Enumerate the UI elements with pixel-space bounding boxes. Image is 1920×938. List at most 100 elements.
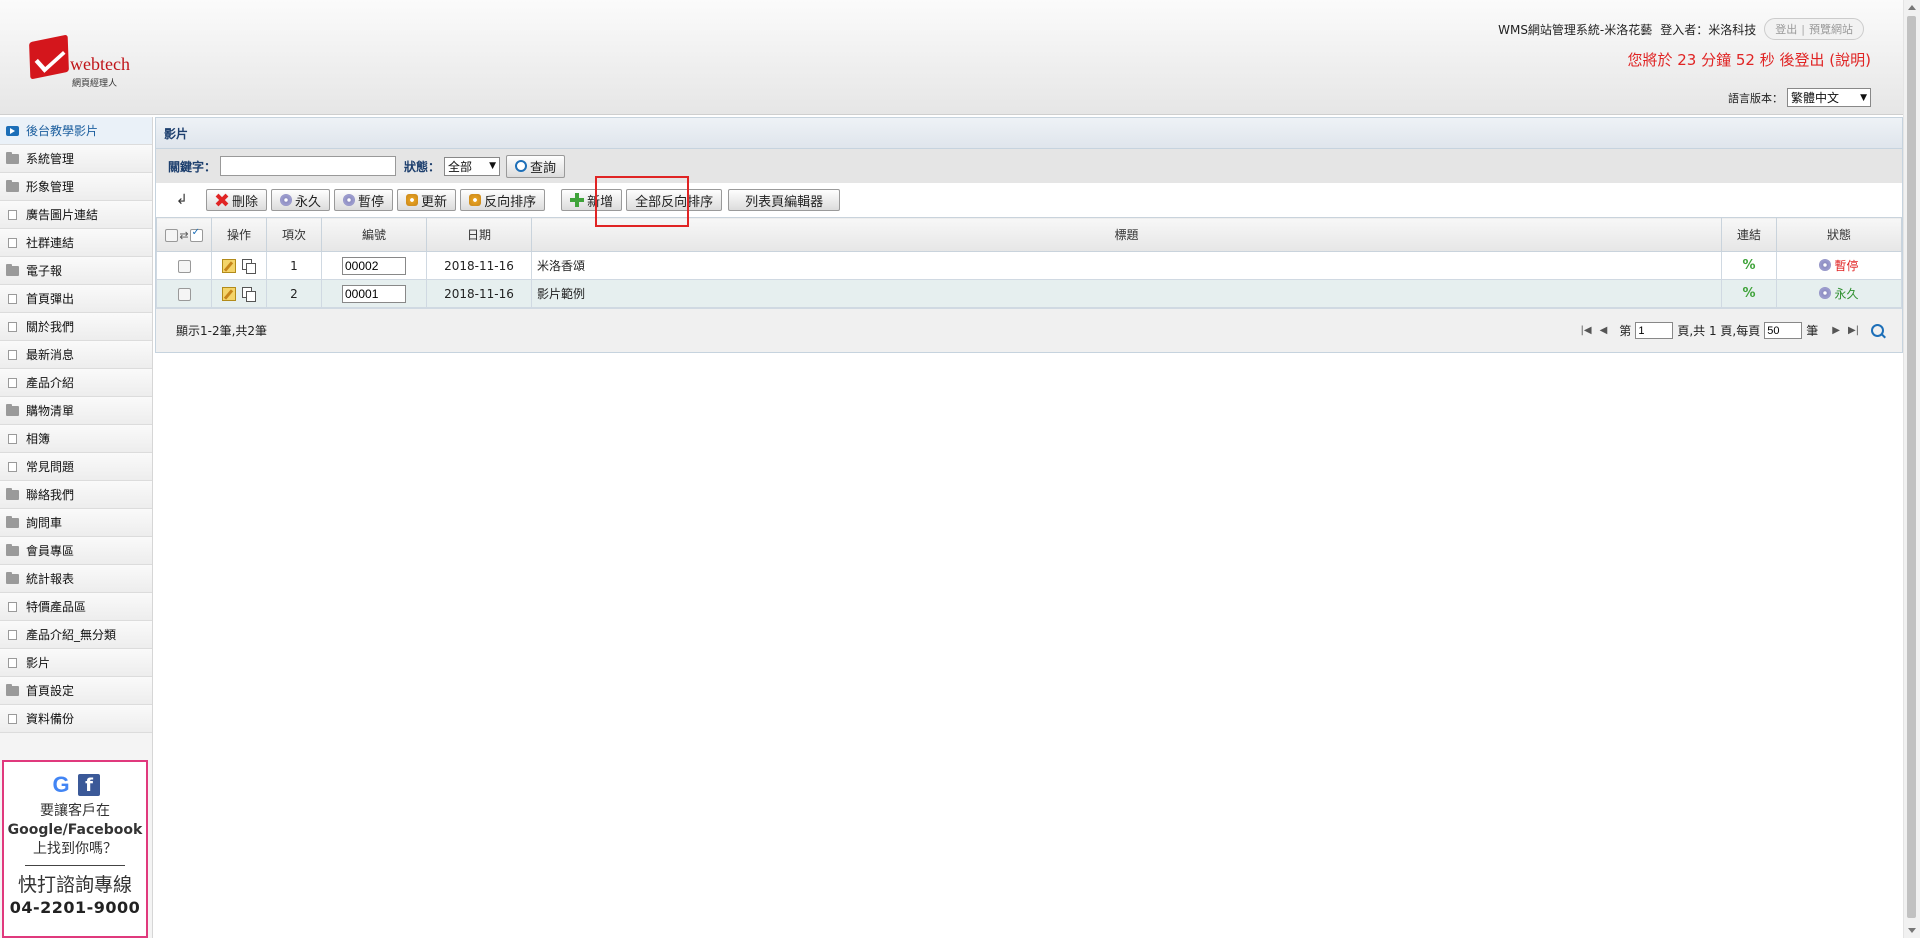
status-select[interactable]: 全部 ▼: [444, 156, 501, 176]
add-button[interactable]: 新增: [561, 189, 623, 211]
sidebar-item-popup[interactable]: 首頁彈出: [0, 285, 152, 313]
delete-label: 刪除: [232, 194, 259, 210]
logout-link[interactable]: 登出: [1775, 23, 1797, 36]
scroll-up-icon[interactable]: [1908, 5, 1916, 10]
sidebar-item-tutorial-video[interactable]: 後台教學影片: [0, 117, 152, 145]
row-index: 2: [266, 279, 322, 308]
preview-site-link[interactable]: 預覽網站: [1809, 23, 1853, 36]
code-input[interactable]: [342, 256, 406, 275]
disc-icon: [343, 194, 356, 206]
sidebar-item-system[interactable]: 系統管理: [0, 145, 152, 173]
header-index: 項次: [266, 217, 322, 252]
search-icon: [515, 160, 528, 172]
status-label: 狀態：: [404, 159, 441, 174]
keyword-input[interactable]: [220, 156, 397, 176]
language-select[interactable]: 繁體中文 ▼: [1787, 88, 1871, 107]
pager: |◀ ◀ 第 頁,共 1 頁,每頁 筆 ▶ ▶|: [1579, 322, 1884, 339]
reverse-all-button[interactable]: 全部反向排序: [626, 189, 723, 211]
status-badge[interactable]: 永久: [1819, 285, 1859, 302]
sidebar-item-about[interactable]: 關於我們: [0, 313, 152, 341]
add-label: 新增: [587, 194, 614, 210]
sidebar-item-faq[interactable]: 常見問題: [0, 453, 152, 481]
pause-button[interactable]: 暫停: [334, 189, 394, 211]
promo-divider: [25, 865, 125, 866]
search-bar: 關鍵字： 狀態： 全部 ▼ 查詢: [156, 149, 1902, 183]
system-title: WMS網站管理系統-米洛花藝: [1498, 22, 1653, 37]
sidebar-item-backup[interactable]: 資料備份: [0, 705, 152, 733]
sidebar-item-newsletter[interactable]: 電子報: [0, 257, 152, 285]
sidebar-item-home-settings[interactable]: 首頁設定: [0, 677, 152, 705]
update-button[interactable]: 更新: [397, 189, 457, 211]
checkbox-checked-icon[interactable]: [189, 227, 203, 242]
vertical-scrollbar[interactable]: [1903, 0, 1920, 938]
delete-button[interactable]: 刪除: [206, 189, 268, 211]
row-checkbox[interactable]: [177, 287, 191, 301]
status-badge[interactable]: 暫停: [1819, 257, 1859, 274]
list-editor-button[interactable]: 列表頁編輯器: [728, 189, 841, 211]
reverse-sort-button[interactable]: 反向排序: [460, 189, 546, 211]
facebook-icon: f: [78, 774, 100, 796]
query-button[interactable]: 查詢: [506, 154, 566, 178]
checkbox-icon[interactable]: [165, 228, 179, 242]
row-title[interactable]: 影片範例: [531, 279, 1722, 308]
sidebar-item-members[interactable]: 會員專區: [0, 537, 152, 565]
row-checkbox[interactable]: [177, 259, 191, 273]
search-icon[interactable]: [1871, 324, 1884, 337]
sidebar-item-label: 產品介紹: [26, 376, 75, 390]
sidebar-item-shopping-list[interactable]: 購物清單: [0, 397, 152, 425]
return-arrow-icon[interactable]: ↲: [176, 192, 202, 208]
code-input[interactable]: [342, 284, 406, 303]
header-action: 操作: [211, 217, 267, 252]
folder-icon: [6, 543, 19, 556]
edit-icon[interactable]: [222, 286, 236, 301]
last-page-icon[interactable]: ▶|: [1846, 325, 1861, 336]
link-icon[interactable]: %: [1742, 286, 1755, 301]
copy-icon[interactable]: [242, 286, 256, 302]
page-icon: [8, 601, 17, 612]
sidebar-item-label: 系統管理: [26, 152, 75, 166]
sidebar-item-image[interactable]: 形象管理: [0, 173, 152, 201]
permanent-button[interactable]: 永久: [271, 189, 331, 211]
page-icon: [8, 713, 17, 724]
sidebar-item-contact[interactable]: 聯絡我們: [0, 481, 152, 509]
sidebar-item-inquiry-cart[interactable]: 詢問車: [0, 509, 152, 537]
sidebar-item-specials[interactable]: 特價產品區: [0, 593, 152, 621]
webtech-logo[interactable]: webtech 網頁經理人: [26, 34, 146, 90]
row-select-cell: [156, 279, 212, 308]
page-input[interactable]: [1635, 322, 1674, 339]
next-page-icon[interactable]: ▶: [1830, 325, 1842, 336]
link-icon[interactable]: %: [1742, 258, 1755, 273]
page-icon: [8, 377, 17, 388]
update-label: 更新: [421, 194, 448, 210]
scroll-thumb[interactable]: [1907, 16, 1916, 918]
sidebar-item-reports[interactable]: 統計報表: [0, 565, 152, 593]
edit-icon[interactable]: [222, 258, 236, 273]
login-user: 登入者：米洛科技: [1660, 22, 1757, 37]
header-title: 標題: [531, 217, 1722, 252]
sidebar-item-products[interactable]: 產品介紹: [0, 369, 152, 397]
sidebar-item-social[interactable]: 社群連結: [0, 229, 152, 257]
first-page-icon[interactable]: |◀: [1579, 325, 1594, 336]
list-editor-label: 列表頁編輯器: [745, 194, 824, 210]
promo-line4: 快打諮詢專線: [17, 874, 132, 896]
language-label: 語言版本：: [1728, 91, 1783, 105]
row-title[interactable]: 米洛香頌: [531, 251, 1722, 280]
copy-icon[interactable]: [242, 258, 256, 274]
sidebar-item-album[interactable]: 相簿: [0, 425, 152, 453]
row-status-cell: 暫停: [1776, 251, 1902, 280]
sidebar-item-ad-links[interactable]: 廣告圖片連結: [0, 201, 152, 229]
page-icon: [8, 209, 17, 220]
per-page-input[interactable]: [1764, 322, 1803, 339]
sidebar-item-label: 詢問車: [26, 516, 63, 530]
sidebar-item-label: 特價產品區: [26, 600, 87, 614]
consulting-promo-banner[interactable]: G f 要讓客戶在 Google/Facebook 上找到你嗎？ 快打諮詢專線 …: [2, 760, 148, 938]
folder-icon: [6, 403, 19, 416]
prev-page-icon[interactable]: ◀: [1598, 325, 1610, 336]
sidebar-item-products-uncategorized[interactable]: 產品介紹_無分類: [0, 621, 152, 649]
refresh-icon: [406, 194, 419, 206]
scroll-down-icon[interactable]: [1908, 928, 1916, 933]
query-button-label: 查詢: [530, 160, 557, 176]
sidebar-item-news[interactable]: 最新消息: [0, 341, 152, 369]
sidebar-item-video[interactable]: 影片: [0, 649, 152, 677]
select-all-header[interactable]: ⇄: [156, 217, 212, 252]
